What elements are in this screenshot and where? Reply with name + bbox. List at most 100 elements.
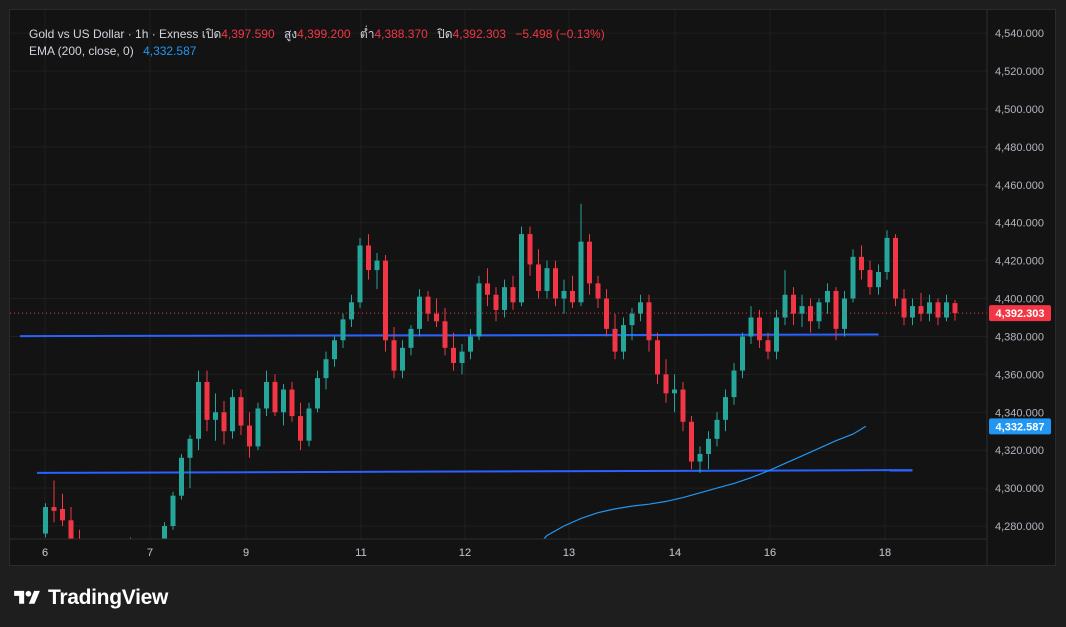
high-label: สูง <box>283 27 298 41</box>
candle-body <box>442 321 448 348</box>
candle-body <box>757 317 762 341</box>
candle-body <box>791 294 796 314</box>
ema-value: 4,332.587 <box>143 44 197 58</box>
y-tick-label: 4,320.000 <box>995 445 1044 457</box>
symbol-title[interactable]: Gold vs US Dollar · 1h · Exness <box>29 27 198 41</box>
candle-body <box>468 336 473 352</box>
close-label: ปิด <box>437 27 453 41</box>
candle-body <box>196 381 201 439</box>
candle-body <box>519 234 524 303</box>
candle-body <box>476 283 482 337</box>
open-label: เปิด <box>201 27 222 41</box>
candle-body <box>672 389 677 394</box>
candle-body <box>825 290 830 303</box>
candle-body <box>502 287 507 310</box>
candle-body <box>918 306 924 314</box>
candle-body <box>340 319 346 341</box>
candle-body <box>910 306 915 318</box>
candle-body <box>349 302 354 320</box>
candle-body <box>774 317 779 352</box>
candle-body <box>697 453 703 462</box>
candle-body <box>43 507 48 534</box>
candle-body <box>689 421 694 462</box>
candle-body <box>578 241 584 303</box>
x-tick-label: 18 <box>879 547 891 559</box>
trendlines[interactable] <box>19 333 913 474</box>
candle-body <box>604 298 609 329</box>
candle-body <box>731 370 737 398</box>
candle-body <box>391 340 397 371</box>
chart-canvas[interactable]: 6 7 9 11 12 13 14 16 18 4,392.303 4,332.587 4,280.… <box>10 10 1055 565</box>
y-tick-label: 4,540.000 <box>995 28 1044 40</box>
candle-body <box>850 256 856 299</box>
candle-body <box>272 381 278 413</box>
candle-body <box>485 283 490 295</box>
ema-price-label: 4,332.587 <box>996 421 1045 433</box>
candle-body <box>842 298 847 329</box>
candle-body <box>68 520 74 542</box>
high-value: 4,399.200 <box>297 27 351 41</box>
candles <box>43 203 958 565</box>
candle-body <box>587 241 592 284</box>
candle-body <box>680 389 686 422</box>
chart-legend: Gold vs US Dollar · 1h · Exness เปิด 4,39… <box>29 26 605 60</box>
candle-body <box>893 237 898 299</box>
candle-body <box>51 507 57 511</box>
axes[interactable]: 4,280.000 4,300.000 4,320.000 4,340.000 4,36… <box>10 10 1044 565</box>
candle-body <box>315 378 320 409</box>
close-value: 4,392.303 <box>452 27 506 41</box>
candle-body <box>927 302 932 314</box>
y-tick-label: 4,300.000 <box>995 483 1044 495</box>
candle-body <box>281 389 286 413</box>
candle-body <box>374 260 380 271</box>
candle-body <box>213 412 218 420</box>
candle-body <box>204 381 210 420</box>
candle-body <box>544 268 550 291</box>
y-tick-label: 4,500.000 <box>995 104 1044 116</box>
last-price-label: 4,392.303 <box>996 308 1045 320</box>
y-tick-label: 4,360.000 <box>995 369 1044 381</box>
ema-label[interactable]: EMA (200, close, 0) <box>29 44 134 58</box>
candle-body <box>952 303 958 314</box>
candle-body <box>782 294 788 318</box>
candle-body <box>816 302 822 322</box>
candle-body <box>459 351 465 363</box>
candle-body <box>383 260 388 341</box>
candle-body <box>621 325 626 352</box>
candle-body <box>264 381 269 409</box>
candle-body <box>808 306 813 322</box>
candle-body <box>417 296 422 329</box>
x-tick-label: 13 <box>563 547 575 559</box>
candle-body <box>187 438 193 458</box>
candle-body <box>221 412 227 432</box>
candle-body <box>247 425 252 447</box>
candle-body <box>901 298 907 318</box>
candle-body <box>400 347 405 371</box>
y-tick-label: 4,440.000 <box>995 218 1044 230</box>
ema-row: EMA (200, close, 0) 4,332.587 <box>29 43 605 60</box>
candle-body <box>255 408 261 447</box>
time-axis-background <box>10 539 987 565</box>
low-value: 4,388.370 <box>374 27 428 41</box>
chart-pane[interactable]: 6 7 9 11 12 13 14 16 18 4,392.303 4,332.587 4,280.… <box>9 9 1056 566</box>
candle-body <box>833 290 839 329</box>
y-tick-label: 4,520.000 <box>995 66 1044 78</box>
brand-name[interactable]: TradingView <box>48 586 168 610</box>
candle-body <box>765 340 771 352</box>
y-tick-label: 4,460.000 <box>995 180 1044 192</box>
candle-body <box>799 306 805 314</box>
candle-body <box>655 340 660 375</box>
candle-body <box>612 328 618 352</box>
footer: TradingView <box>12 586 168 610</box>
y-tick-label: 4,280.000 <box>995 521 1044 533</box>
y-tick-label: 4,480.000 <box>995 142 1044 154</box>
candle-body <box>425 296 431 314</box>
x-tick-label: 7 <box>147 547 153 559</box>
support-trendline[interactable] <box>36 469 913 474</box>
x-tick-label: 12 <box>459 547 471 559</box>
candle-body <box>740 336 745 371</box>
tradingview-logo-icon[interactable] <box>12 588 42 608</box>
candle-body <box>408 328 414 348</box>
candle-body <box>434 313 439 322</box>
candle-body <box>629 313 635 326</box>
